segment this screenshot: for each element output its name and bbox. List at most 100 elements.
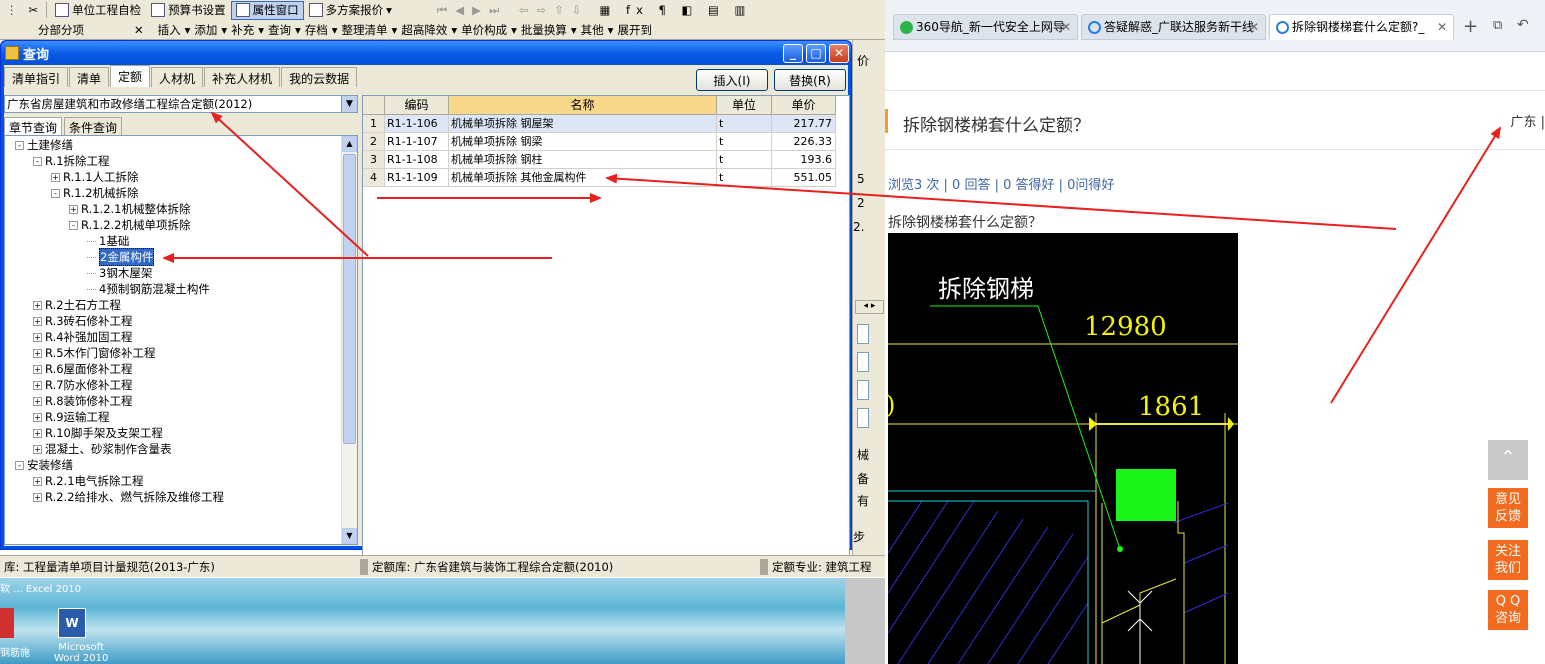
nav-arrows-icon[interactable]: ⏮◀▶⏭ ⇦⇨⇧⇩ <box>437 3 590 18</box>
tool-icons[interactable]: ▦ fx ¶ ◧ ▤ ▥ <box>600 3 752 17</box>
dialog-titlebar[interactable]: 查询 _ □ ✕ <box>1 41 851 65</box>
archive-menu[interactable]: 存档 <box>305 22 328 38</box>
tree-node[interactable]: + R.7防水修补工程 <box>33 377 133 393</box>
feedback-button[interactable]: 意见 反馈 <box>1488 488 1528 528</box>
tree-node[interactable]: 1基础 <box>87 233 129 249</box>
tree-node[interactable]: + 混凝土、砂浆制作含量表 <box>33 441 172 457</box>
tab-cloud-data[interactable]: 我的云数据 <box>281 67 358 87</box>
header-price[interactable]: 单价 <box>772 96 836 115</box>
tree-node[interactable]: + R.8装饰修补工程 <box>33 393 133 409</box>
cell-code[interactable]: R1-1-106 <box>385 115 449 133</box>
expand-to-menu[interactable]: 展开到 <box>617 22 652 38</box>
tab-chapter-query[interactable]: 章节查询 <box>4 117 63 137</box>
budget-settings-button[interactable]: 预算书设置 <box>146 1 231 20</box>
cell-unit[interactable]: t <box>717 115 772 133</box>
minimize-icon[interactable]: _ <box>783 44 803 63</box>
restore-tab-icon[interactable]: ⧉ <box>1493 18 1502 33</box>
collapse-icon[interactable]: - <box>51 188 60 198</box>
back-to-top-button[interactable]: ⌃ <box>1488 440 1528 480</box>
cell-code[interactable]: R1-1-107 <box>385 133 449 151</box>
cell-code[interactable]: R1-1-108 <box>385 151 449 169</box>
undo-icon[interactable]: ↶ <box>1517 17 1529 33</box>
tree-node[interactable]: + R.2.2给排水、燃气拆除及维修工程 <box>33 489 224 505</box>
row-number[interactable]: 4 <box>363 169 385 187</box>
tree-node[interactable]: + R.2.1电气拆除工程 <box>33 473 144 489</box>
expand-icon[interactable]: + <box>33 364 42 374</box>
tab-bill-guide[interactable]: 清单指引 <box>4 67 69 87</box>
tree-node[interactable]: + R.10脚手架及支架工程 <box>33 425 163 441</box>
tree-node[interactable]: - 安装修缮 <box>15 457 73 473</box>
collapse-icon[interactable]: - <box>69 220 78 230</box>
tree-node[interactable]: - R.1.2机械拆除 <box>51 185 139 201</box>
expand-icon[interactable]: + <box>33 332 42 342</box>
cell-unit[interactable]: t <box>717 151 772 169</box>
cad-screenshot[interactable]: 拆除钢梯 12980 1861 ) <box>888 233 1238 664</box>
insert-menu[interactable]: 插入 <box>158 22 181 38</box>
tree-node[interactable]: + R.6屋面修补工程 <box>33 361 133 377</box>
question-region[interactable]: 广东 | <box>1510 111 1545 130</box>
expand-icon[interactable]: + <box>33 476 42 486</box>
replace-button[interactable]: 替换(R) <box>774 69 846 91</box>
scroll-thumb[interactable] <box>343 154 356 444</box>
expand-icon[interactable]: + <box>33 444 42 454</box>
tree-node[interactable]: 4预制钢筋混凝土构件 <box>87 281 210 297</box>
organize-menu[interactable]: 整理清单 <box>342 22 388 38</box>
panel-field[interactable] <box>857 380 869 400</box>
expand-icon[interactable]: + <box>33 396 42 406</box>
scroll-arrows-icon[interactable]: ◂ ▸ <box>855 300 884 314</box>
collapse-icon[interactable]: - <box>15 460 24 470</box>
collapse-icon[interactable]: - <box>15 140 24 150</box>
multi-plan-quote-button[interactable]: 多方案报价 ▾ <box>304 1 397 20</box>
cell-name[interactable]: 机械单项拆除 钢柱 <box>449 151 717 169</box>
tree-node-selected[interactable]: 2金属构件 <box>87 248 155 266</box>
self-check-button[interactable]: 单位工程自检 <box>50 1 146 20</box>
expand-icon[interactable]: + <box>33 412 42 422</box>
query-menu[interactable]: 查询 <box>268 22 291 38</box>
cell-unit[interactable]: t <box>717 169 772 187</box>
browser-tab[interactable]: 360导航_新一代安全上网导 ✕ <box>893 14 1078 40</box>
tree-node[interactable]: - 土建修缮 <box>15 137 73 153</box>
app-icon[interactable] <box>0 608 14 638</box>
tab-quota[interactable]: 定额 <box>110 65 151 87</box>
cell-name[interactable]: 机械单项拆除 钢屋架 <box>449 115 717 133</box>
tree-node[interactable]: + R.3砖石修补工程 <box>33 313 133 329</box>
cell-code[interactable]: R1-1-109 <box>385 169 449 187</box>
tree-node[interactable]: + R.2土石方工程 <box>33 297 121 313</box>
collapse-icon[interactable]: - <box>33 156 42 166</box>
qq-consult-button[interactable]: Q Q 咨询 <box>1488 590 1528 630</box>
close-icon[interactable]: ✕ <box>134 23 144 37</box>
expand-icon[interactable]: + <box>33 348 42 358</box>
tab-condition-query[interactable]: 条件查询 <box>64 117 123 137</box>
tree-node[interactable]: + R.1.2.1机械整体拆除 <box>69 201 191 217</box>
new-tab-icon[interactable]: + <box>1463 16 1478 37</box>
expand-icon[interactable]: + <box>33 428 42 438</box>
browser-tab[interactable]: 答疑解惑_广联达服务新干线 ✕ <box>1081 14 1266 40</box>
tab-labor-material[interactable]: 人材机 <box>151 67 204 87</box>
cell-price[interactable]: 551.05 <box>772 169 836 187</box>
scissors-icon[interactable]: ✂ <box>24 1 44 20</box>
quota-library-select[interactable]: 广东省房屋建筑和市政修缮工程综合定额(2012) ▼ <box>4 95 358 113</box>
word-icon[interactable]: W <box>58 608 86 638</box>
price-structure-menu[interactable]: 单价构成 <box>461 22 507 38</box>
tab-bill[interactable]: 清单 <box>69 67 110 87</box>
close-icon[interactable]: ✕ <box>1061 15 1071 39</box>
scroll-down-icon[interactable]: ▼ <box>342 528 357 544</box>
row-number[interactable]: 3 <box>363 151 385 169</box>
header-unit[interactable]: 单位 <box>717 96 772 115</box>
header-code[interactable]: 编码 <box>385 96 449 115</box>
insert-button[interactable]: 插入(I) <box>696 69 768 91</box>
tree-node[interactable]: + R.1.1人工拆除 <box>51 169 139 185</box>
overflow-chevron-icon[interactable]: ⋮ <box>0 3 24 17</box>
expand-icon[interactable]: + <box>33 300 42 310</box>
expand-icon[interactable]: + <box>33 492 42 502</box>
tree-node[interactable]: + R.9运输工程 <box>33 409 110 425</box>
supplement-menu[interactable]: 补充 <box>231 22 254 38</box>
close-icon[interactable]: ✕ <box>829 44 849 63</box>
tree-scrollbar[interactable]: ▲ ▼ <box>341 136 357 544</box>
height-menu[interactable]: 超高降效 <box>401 22 447 38</box>
expand-icon[interactable]: + <box>69 204 78 214</box>
tree-node[interactable]: 3钢木屋架 <box>87 265 152 281</box>
expand-icon[interactable]: + <box>51 172 60 182</box>
tree-node[interactable]: - R.1.2.2机械单项拆除 <box>69 217 191 233</box>
tab-supplement-material[interactable]: 补充人材机 <box>204 67 281 87</box>
